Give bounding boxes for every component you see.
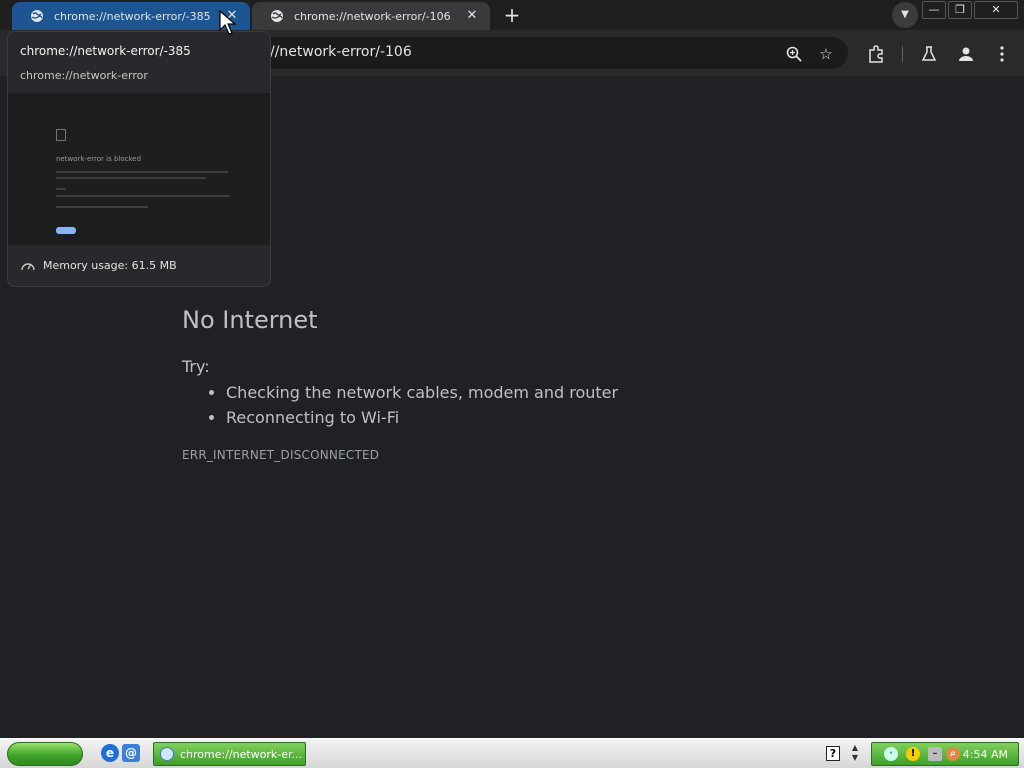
chrome-window-icon bbox=[160, 747, 174, 761]
tab-strip: chrome://network-error/-385 ✕ chrome://n… bbox=[0, 0, 1024, 30]
preview-text-line bbox=[56, 188, 66, 190]
tab-network-error-106[interactable]: chrome://network-error/-106 ✕ bbox=[252, 2, 490, 30]
preview-button bbox=[56, 227, 76, 234]
tab-network-error-385[interactable]: chrome://network-error/-385 ✕ bbox=[12, 2, 250, 30]
tab-title: chrome://network-error/-106 bbox=[294, 9, 451, 23]
memory-usage: Memory usage: 61.5 MB bbox=[43, 259, 177, 272]
taskbar-window-button[interactable]: chrome://network-er... bbox=[153, 742, 306, 766]
start-button[interactable] bbox=[7, 742, 83, 766]
restore-button[interactable]: ❐ bbox=[948, 1, 972, 19]
help-icon[interactable]: ? bbox=[826, 746, 840, 761]
globe-icon bbox=[271, 10, 283, 22]
list-item: Reconnecting to Wi-Fi bbox=[226, 405, 618, 430]
clock: 4:54 AM bbox=[962, 748, 1008, 761]
puzzle-icon[interactable] bbox=[866, 44, 886, 64]
os-taskbar: e @ chrome://network-er... ? ▲ ▼ · ! – ⌕ … bbox=[0, 738, 1024, 768]
window-controls: — ❐ ✕ bbox=[920, 1, 1018, 19]
zoom-in-icon[interactable] bbox=[785, 45, 803, 63]
tab-close-icon[interactable]: ✕ bbox=[464, 8, 480, 24]
star-icon[interactable]: ☆ bbox=[817, 45, 835, 63]
mouse-cursor-icon bbox=[219, 10, 237, 35]
hover-card-title: chrome://network-error/-385 bbox=[20, 44, 191, 58]
search-icon[interactable]: ⌕ bbox=[946, 747, 960, 761]
preview-text-line bbox=[56, 171, 228, 173]
preview-text-line bbox=[56, 177, 206, 179]
minimize-button[interactable]: — bbox=[922, 1, 946, 19]
hover-card-domain: chrome://network-error bbox=[20, 69, 148, 82]
hover-card-footer: Memory usage: 61.5 MB bbox=[8, 245, 270, 286]
list-item: Checking the network cables, modem and r… bbox=[226, 380, 618, 405]
tray-app-icon[interactable]: – bbox=[928, 747, 942, 761]
security-shield-icon[interactable]: ! bbox=[906, 747, 920, 761]
network-icon[interactable]: · bbox=[884, 747, 898, 761]
preview-text-line bbox=[56, 195, 230, 197]
tab-title: chrome://network-error/-385 bbox=[54, 9, 211, 23]
person-icon[interactable] bbox=[956, 44, 976, 64]
globe-icon bbox=[31, 10, 43, 22]
preview-heading: network-error is blocked bbox=[56, 155, 142, 163]
document-icon bbox=[56, 129, 66, 141]
outlook-express-icon[interactable]: @ bbox=[122, 744, 140, 762]
taskbar-window-label: chrome://network-er... bbox=[180, 747, 303, 761]
suggestions-list: Checking the network cables, modem and r… bbox=[206, 380, 618, 430]
tab-hover-card: chrome://network-error/-385 chrome://net… bbox=[7, 31, 271, 287]
toolbar-separator bbox=[902, 46, 903, 62]
internet-explorer-icon[interactable]: e bbox=[101, 744, 119, 762]
chevron-down-icon: ▼ bbox=[901, 9, 909, 20]
page-title: No Internet bbox=[182, 306, 318, 334]
tray-scroll-arrows[interactable]: ▲ ▼ bbox=[849, 743, 861, 765]
error-code: ERR_INTERNET_DISCONNECTED bbox=[182, 448, 380, 462]
tab-preview-thumbnail: network-error is blocked bbox=[8, 93, 270, 245]
tab-search-button[interactable]: ▼ bbox=[892, 2, 918, 28]
preview-text-line bbox=[56, 206, 148, 208]
try-label: Try: bbox=[182, 357, 210, 376]
memory-gauge-icon bbox=[21, 263, 35, 271]
flask-icon[interactable] bbox=[919, 44, 939, 64]
system-tray: · ! – ⌕ 4:54 AM bbox=[871, 742, 1019, 766]
new-tab-button[interactable]: + bbox=[500, 4, 524, 26]
address-bar-url[interactable]: //network-error/-106 bbox=[270, 44, 412, 60]
kebab-menu-icon[interactable] bbox=[992, 44, 1012, 64]
window-close-button[interactable]: ✕ bbox=[974, 1, 1018, 19]
